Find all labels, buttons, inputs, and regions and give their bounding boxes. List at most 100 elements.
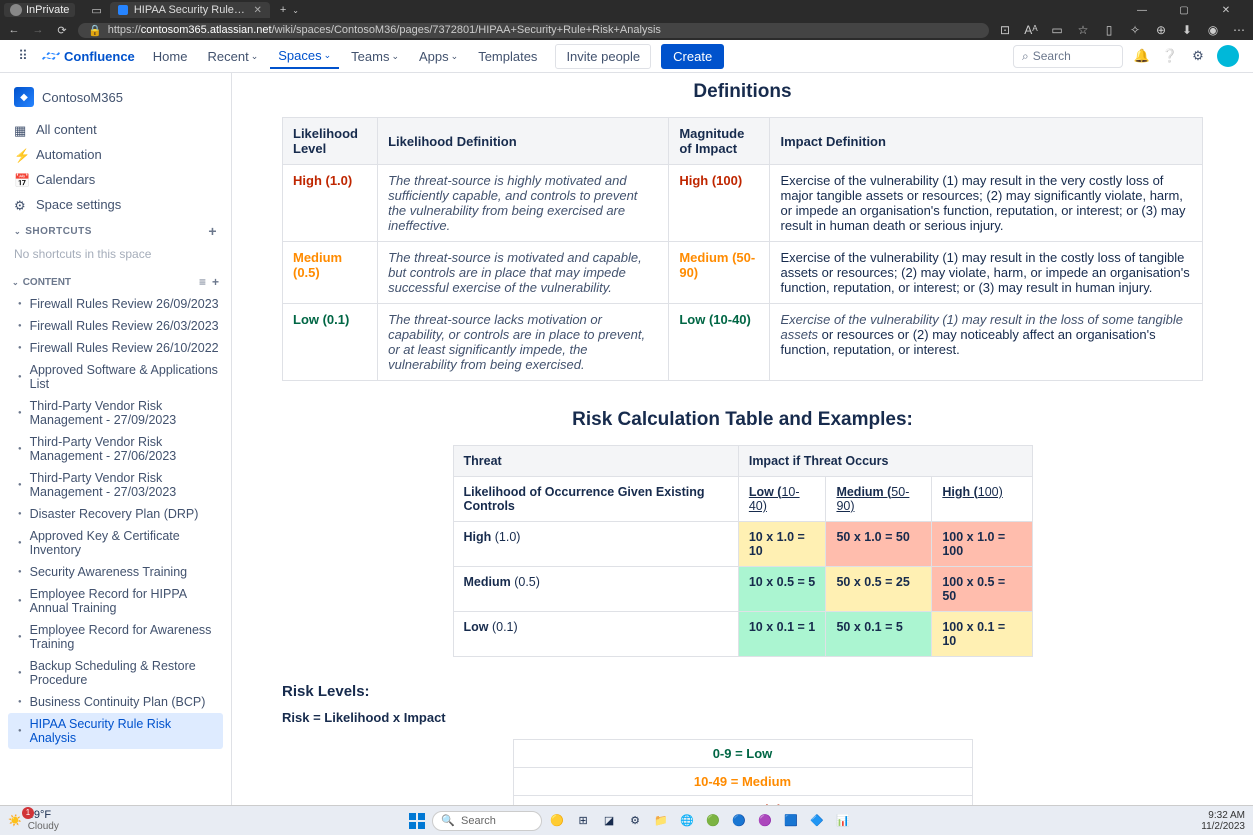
settings-icon[interactable]: ⚙ xyxy=(1189,47,1207,65)
page-tree-item[interactable]: ●Firewall Rules Review 26/09/2023 xyxy=(8,293,223,315)
close-tab-icon[interactable]: ✕ xyxy=(253,5,261,16)
bullet-icon: ● xyxy=(18,301,22,307)
word-icon[interactable]: 🔷 xyxy=(806,810,828,832)
sidebar-item-icon: ⚙ xyxy=(14,198,28,212)
weather-condition: Cloudy xyxy=(28,821,59,832)
sidebar-item-icon: ▦ xyxy=(14,123,28,137)
edge-icon[interactable]: 🌐 xyxy=(676,810,698,832)
more-icon[interactable]: ⋯ xyxy=(1231,23,1247,37)
start-button[interactable] xyxy=(406,810,428,832)
page-tree-item[interactable]: ●Third-Party Vendor Risk Management - 27… xyxy=(8,395,223,431)
text-size-icon[interactable]: Aᴬ xyxy=(1023,23,1039,37)
teams-icon[interactable]: 🟣 xyxy=(754,810,776,832)
calc-col-header: Low (10-40) xyxy=(738,477,826,522)
shortcuts-section[interactable]: ⌄ SHORTCUTS + xyxy=(8,217,223,245)
content-section[interactable]: ⌄ CONTENT ≡+ xyxy=(8,271,223,293)
table-header: Likelihood Definition xyxy=(378,118,669,165)
app-header: ⠿ Confluence HomeRecent⌄Spaces⌄Teams⌄App… xyxy=(0,40,1253,73)
level-cell: 0-9 = Low xyxy=(513,740,972,768)
downloads-icon[interactable]: ⬇ xyxy=(1179,23,1195,37)
page-tree-item[interactable]: ●Firewall Rules Review 26/03/2023 xyxy=(8,315,223,337)
page-tree-item[interactable]: ●Backup Scheduling & Restore Procedure xyxy=(8,655,223,691)
add-page-icon[interactable]: + xyxy=(212,275,219,289)
browser-tab[interactable]: HIPAA Security Rule Risk Analysis ✕ xyxy=(110,2,270,18)
explorer-icon[interactable]: 📁 xyxy=(650,810,672,832)
sidebar-all-content[interactable]: ▦All content xyxy=(8,117,223,142)
tab-chevron-icon[interactable]: ⌄ xyxy=(292,6,299,15)
notifications-icon[interactable]: 🔔 xyxy=(1133,47,1151,65)
search-icon: ⌕ xyxy=(1022,49,1029,64)
favorite-icon[interactable]: ☆ xyxy=(1075,23,1091,37)
inprivate-badge[interactable]: InPrivate xyxy=(4,3,75,17)
nav-teams[interactable]: Teams⌄ xyxy=(343,45,407,68)
app-icon[interactable]: 📊 xyxy=(832,810,854,832)
app-icon[interactable]: ◪ xyxy=(598,810,620,832)
add-shortcut-icon[interactable]: + xyxy=(208,223,217,239)
task-view-icon[interactable]: ⊞ xyxy=(572,810,594,832)
profile-icon[interactable]: ◉ xyxy=(1205,23,1221,37)
page-tree-item[interactable]: ●Disaster Recovery Plan (DRP) xyxy=(8,503,223,525)
page-tree-item[interactable]: ●Employee Record for Awareness Training xyxy=(8,619,223,655)
page-tree-item[interactable]: ●Approved Key & Certificate Inventory xyxy=(8,525,223,561)
calc-row-label: High (1.0) xyxy=(453,522,738,567)
nav-home[interactable]: Home xyxy=(145,45,196,68)
read-aloud-icon[interactable]: ⊡ xyxy=(997,23,1013,37)
collections-icon[interactable]: ⊕ xyxy=(1153,23,1169,37)
page-tree-item[interactable]: ●Business Continuity Plan (BCP) xyxy=(8,691,223,713)
notification-badge[interactable]: 1 xyxy=(22,807,34,819)
invite-button[interactable]: Invite people xyxy=(555,44,651,69)
split-icon[interactable]: ▯ xyxy=(1101,23,1117,37)
page-tree-item[interactable]: ●Security Awareness Training xyxy=(8,561,223,583)
inprivate-label: InPrivate xyxy=(26,4,69,16)
back-button[interactable]: ← xyxy=(6,24,22,36)
page-tree-item[interactable]: ●Employee Record for HIPPA Annual Traini… xyxy=(8,583,223,619)
sidebar-space-settings[interactable]: ⚙Space settings xyxy=(8,192,223,217)
app-icon[interactable]: ⚙ xyxy=(624,810,646,832)
page-tree-item[interactable]: ●Third-Party Vendor Risk Management - 27… xyxy=(8,467,223,503)
create-button[interactable]: Create xyxy=(661,44,724,69)
user-avatar[interactable] xyxy=(1217,45,1239,67)
nav-apps[interactable]: Apps⌄ xyxy=(411,45,466,68)
nav-spaces[interactable]: Spaces⌄ xyxy=(270,44,339,69)
minimize-button[interactable]: — xyxy=(1127,5,1157,16)
copilot-icon[interactable]: 🟡 xyxy=(546,810,568,832)
sort-icon[interactable]: ≡ xyxy=(199,275,206,289)
tab-actions-icon[interactable]: ▭ xyxy=(91,4,101,17)
url-prefix: https:// xyxy=(108,24,141,36)
page-tree-item[interactable]: ●Third-Party Vendor Risk Management - 27… xyxy=(8,431,223,467)
space-header[interactable]: ◆ ContosoM365 xyxy=(8,83,223,111)
refresh-button[interactable]: ⟳ xyxy=(54,24,70,37)
app-icon[interactable]: 🔵 xyxy=(728,810,750,832)
chevron-down-icon: ⌄ xyxy=(251,51,259,62)
taskbar-search[interactable]: Search xyxy=(432,811,542,831)
page-tree-item[interactable]: ●Firewall Rules Review 26/10/2022 xyxy=(8,337,223,359)
chrome-icon[interactable]: 🟢 xyxy=(702,810,724,832)
page-tree-item[interactable]: ●HIPAA Security Rule Risk Analysis xyxy=(8,713,223,749)
search-input[interactable]: ⌕ Search xyxy=(1013,45,1123,68)
bullet-icon: ● xyxy=(18,569,22,575)
close-window-button[interactable]: ✕ xyxy=(1211,5,1241,16)
new-tab-button[interactable]: + xyxy=(274,4,292,16)
forward-button[interactable]: → xyxy=(30,24,46,36)
help-icon[interactable]: ❔ xyxy=(1161,47,1179,65)
sidebar-automation[interactable]: ⚡Automation xyxy=(8,142,223,167)
app-switcher-icon[interactable]: ⠿ xyxy=(14,47,32,65)
weather-icon[interactable]: ☀️ xyxy=(8,814,22,827)
system-tray[interactable]: 9:32 AM 11/2/2023 xyxy=(1201,810,1245,832)
maximize-button[interactable]: ▢ xyxy=(1169,5,1199,16)
app-icon[interactable]: 🟦 xyxy=(780,810,802,832)
table-row: Medium (0.5)The threat-source is motivat… xyxy=(283,242,1203,304)
likelihood-level: Low (0.1) xyxy=(283,304,378,381)
nav-recent[interactable]: Recent⌄ xyxy=(199,45,266,68)
confluence-logo[interactable]: Confluence xyxy=(42,47,135,65)
calc-col-header: High (100) xyxy=(932,477,1032,522)
page-tree-item[interactable]: ●Approved Software & Applications List xyxy=(8,359,223,395)
sidebar-calendars[interactable]: 📅Calendars xyxy=(8,167,223,192)
levels-heading: Risk Levels: xyxy=(282,683,1203,700)
nav-templates[interactable]: Templates xyxy=(470,45,545,68)
calc-row-label: Low (0.1) xyxy=(453,612,738,657)
translate-icon[interactable]: ▭ xyxy=(1049,23,1065,37)
extensions-icon[interactable]: ✧ xyxy=(1127,23,1143,37)
calc-cell: 100 x 1.0 = 100 xyxy=(932,522,1032,567)
url-input[interactable]: 🔒 https://contosom365.atlassian.net/wiki… xyxy=(78,23,989,38)
